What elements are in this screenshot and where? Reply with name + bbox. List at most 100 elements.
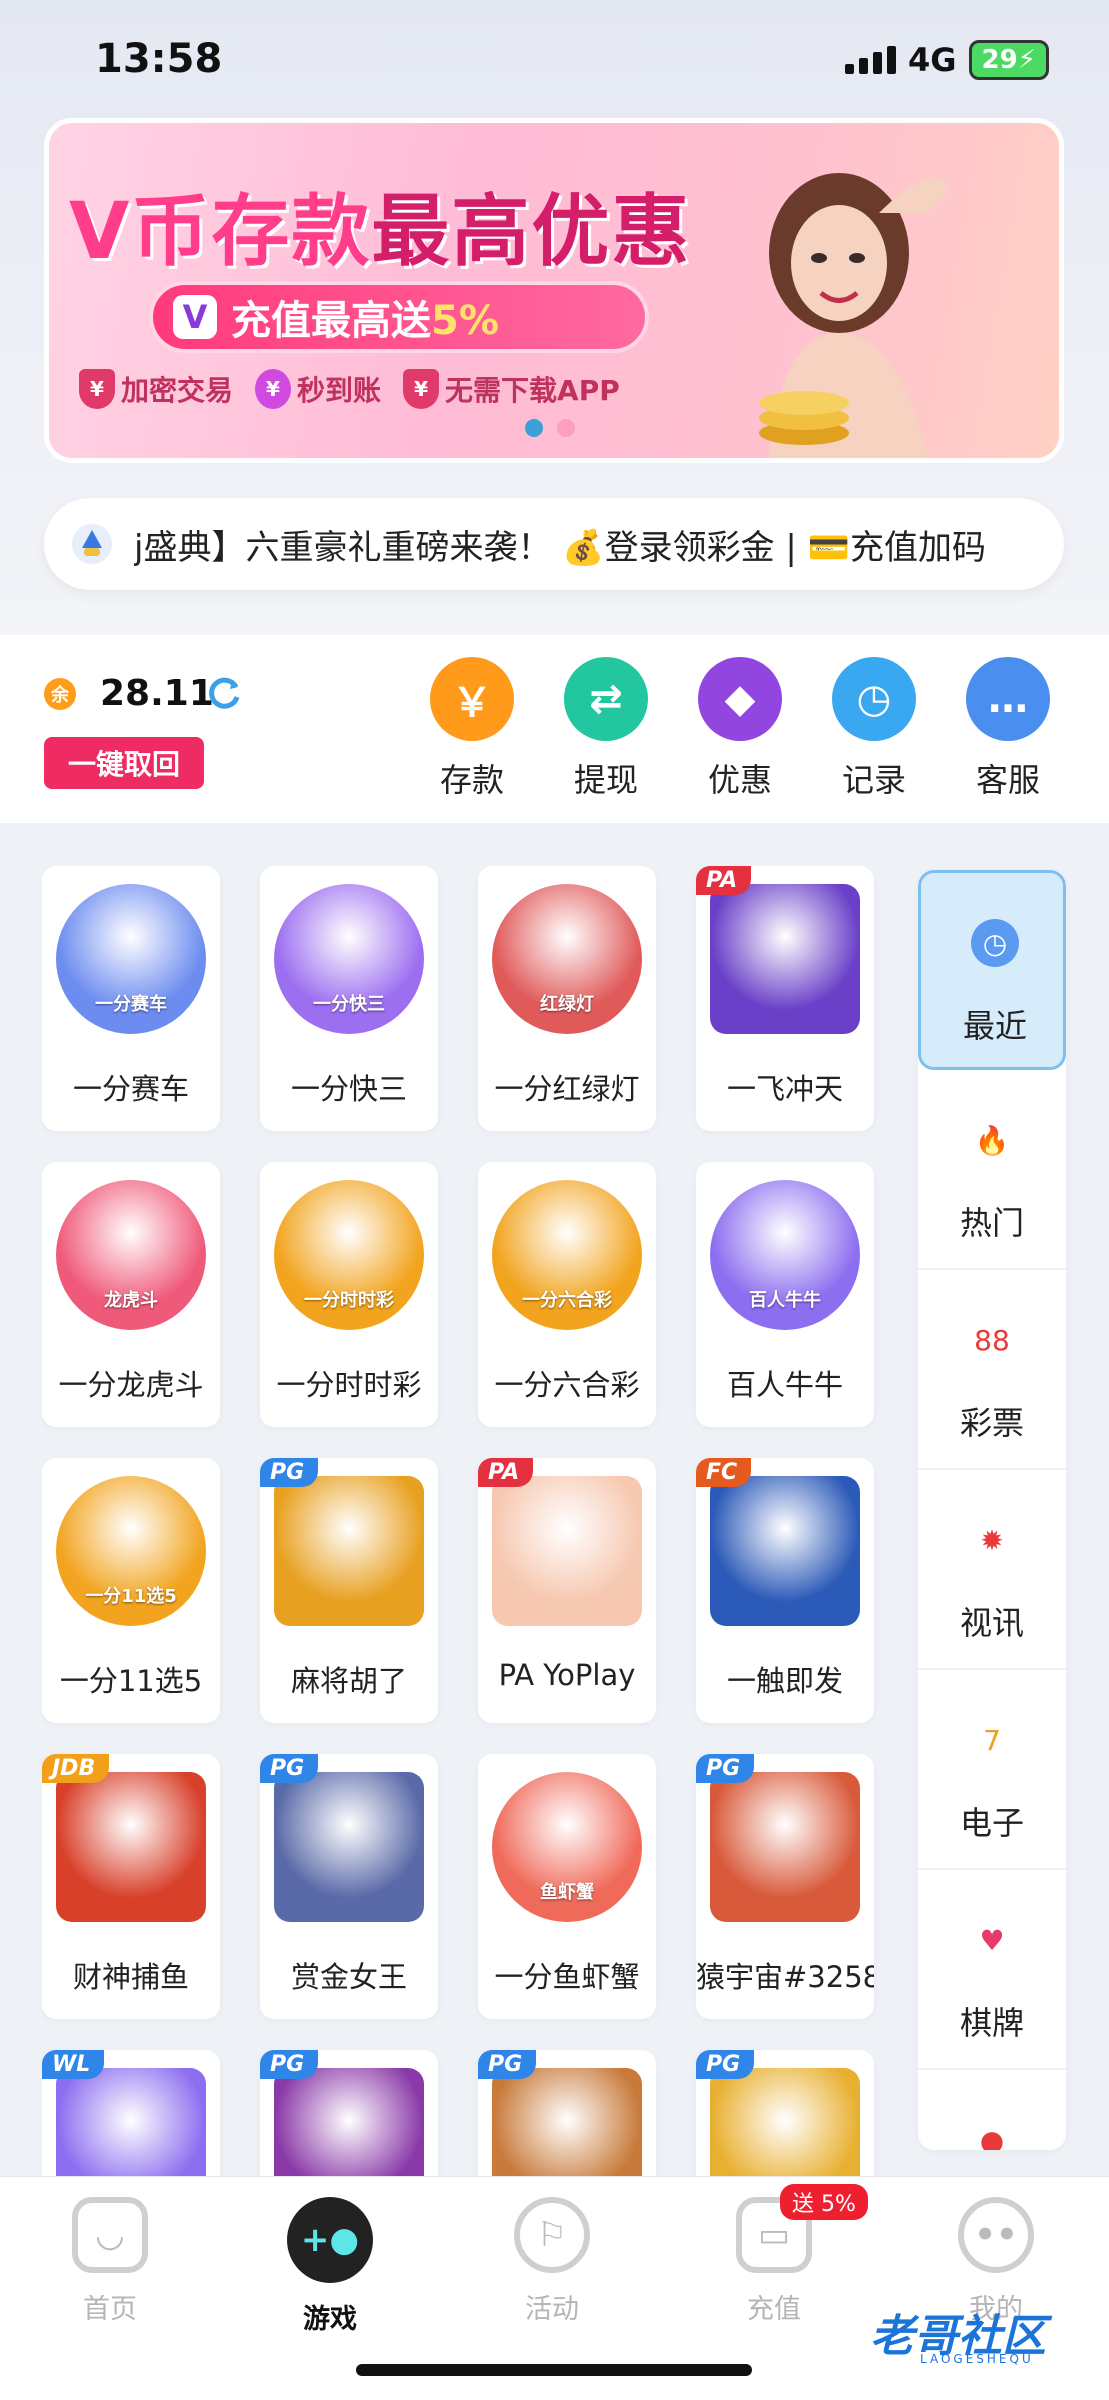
game-tile[interactable]: 一分快三 一分快三 [260,866,438,1131]
nav-label: 游戏 [303,2304,357,2335]
game-thumbnail: 百人牛牛 [710,1180,860,1330]
game-thumbnail: 鱼虾蟹 [492,1772,642,1922]
game-tile[interactable]: PG [696,2050,874,2176]
banner-title-a: V币存款 [69,187,372,277]
support-action[interactable]: … 客服 [966,657,1050,801]
game-tile[interactable]: 百人牛牛 百人牛牛 [696,1162,874,1427]
game-tile[interactable]: 一分赛车 一分赛车 [42,866,220,1131]
banner-feature: ¥ 加密交易 [79,369,233,409]
category-tab[interactable]: ● [918,2070,1066,2151]
game-name: 一触即发 [726,1664,843,1698]
game-tile[interactable]: FC 一触即发 [696,1458,874,1723]
game-tile[interactable]: 一分时时彩 一分时时彩 [260,1162,438,1427]
banner-pill: V 充值最高送5% [149,281,649,353]
game-name: 猿宇宙#3258 [696,1960,874,1994]
game-tile[interactable]: PG 麻将胡了 [260,1458,438,1723]
game-tile[interactable]: PG [260,2050,438,2176]
game-tile[interactable]: PA 一飞冲天 [696,866,874,1131]
game-tile[interactable]: 一分六合彩 一分六合彩 [478,1162,656,1427]
withdraw-action[interactable]: ⇄ 提现 [564,657,648,801]
category-sidebar: ◷ 最近 🔥 热门 88 彩票 ✹ 视讯 7 电子 ♥ 棋牌 ● [918,870,1066,2150]
game-tile[interactable]: PG [478,2050,656,2176]
game-thumbnail [710,1772,860,1922]
yen-shield-icon: ¥ [79,369,115,409]
watermark-sub: LAOGESHEQU [920,2352,1034,2366]
game-thumbnail-caption: 百人牛牛 [749,1290,821,1311]
game-tile[interactable]: PG 赏金女王 [260,1754,438,2019]
wallet-panel: 余 28.11 一键取回 ￥ 存款 ⇄ 提现 ◆ 优惠 ◷ 记录 … 客服 [0,635,1109,823]
action-label: 存款 [439,761,504,799]
signal-icon [845,46,897,74]
game-thumbnail: 一分快三 [274,884,424,1034]
tag-icon: ◆ [698,657,782,741]
game-name: 财神捕鱼 [72,1960,189,1994]
promo-banner[interactable]: V币存款最高优惠 V 充值最高送5% ¥ 加密交易 ¥ 秒到账 ¥ 无需下载APP [44,118,1064,463]
game-thumbnail [274,2068,424,2176]
feature-label: 秒到账 [297,374,382,407]
flag-icon: ⚐ [514,2197,590,2273]
nav-tab[interactable]: ◡ 首页 [50,2197,170,2326]
deposit-icon: ￥ [430,657,514,741]
records-action[interactable]: ◷ 记录 [832,657,916,801]
game-tile[interactable]: 龙虎斗 一分龙虎斗 [42,1162,220,1427]
nav-tab[interactable]: ⚐ 活动 [492,2197,612,2326]
game-name: PA YoPlay [498,1658,636,1692]
slot-seven-icon: 7 [983,1723,1001,1757]
promotions-action[interactable]: ◆ 优惠 [698,657,782,801]
game-thumbnail-caption: 红绿灯 [540,994,594,1015]
deposit-action[interactable]: ￥ 存款 [430,657,514,801]
status-bar: 13:58 4G 29⚡ [0,0,1109,120]
game-name: 麻将胡了 [290,1664,407,1698]
recharge-promo-badge: 送 5% [780,2184,868,2220]
yen-clock-icon: ¥ [255,369,292,409]
pill-text-pct: 5% [431,298,499,344]
category-tab[interactable]: ♥ 棋牌 [918,1870,1066,2070]
game-tile[interactable]: 鱼虾蟹 一分鱼虾蟹 [478,1754,656,2019]
home-indicator[interactable] [356,2364,752,2376]
wallet-actions: ￥ 存款 ⇄ 提现 ◆ 优惠 ◷ 记录 … 客服 [430,657,1050,801]
game-grid: 一分赛车 一分赛车 一分快三 一分快三 红绿灯 一分红绿灯 PA 一飞冲天 龙虎斗 一分龙虎斗 一分… [42,866,882,2176]
lottery-ball-icon: 88 [974,1323,1010,1357]
withdraw-all-button[interactable]: 一键取回 [44,737,204,789]
category-label: 电子 [959,1804,1024,1842]
category-tab[interactable]: ◷ 最近 [918,870,1066,1070]
category-label: 棋牌 [959,2004,1024,2042]
game-tile[interactable]: 一分11选5 一分11选5 [42,1458,220,1723]
game-thumbnail: 一分赛车 [56,884,206,1034]
banner-title: V币存款最高优惠 [69,169,691,281]
category-tab[interactable]: 7 电子 [918,1670,1066,1870]
pill-text-main: 充值最高送 [231,298,431,344]
nav-tab[interactable]: +● 游戏 [270,2197,390,2336]
pager-dot[interactable] [525,419,543,437]
category-label: 热门 [959,1204,1024,1242]
action-label: 优惠 [707,761,772,799]
balance-value: 28.11 [100,673,214,714]
category-tab[interactable]: 88 彩票 [918,1270,1066,1470]
game-tile[interactable]: 红绿灯 一分红绿灯 [478,866,656,1131]
provider-badge: PG [696,1754,755,1783]
refresh-icon[interactable] [204,673,244,713]
game-tile[interactable]: WL [42,2050,220,2176]
nav-label: 首页 [83,2294,137,2325]
game-thumbnail [56,1772,206,1922]
network-type: 4G [908,41,957,79]
category-label: 彩票 [959,1404,1024,1442]
clock-icon: ◷ [832,657,916,741]
game-thumbnail-caption: 鱼虾蟹 [540,1882,594,1903]
game-name: 一分六合彩 [494,1368,640,1402]
game-tile[interactable]: JDB 财神捕鱼 [42,1754,220,2019]
pager-dot[interactable] [557,419,575,437]
banner-features: ¥ 加密交易 ¥ 秒到账 ¥ 无需下载APP [79,369,620,409]
yen-shield-icon: ¥ [403,369,440,409]
announcement-marquee[interactable]: j盛典】六重豪礼重磅来袭！ 💰登录领彩金 | 💳充值加码 [44,498,1064,590]
game-tile[interactable]: PA PA YoPlay [478,1458,656,1723]
category-tab[interactable]: ✹ 视讯 [918,1470,1066,1670]
category-tab[interactable]: 🔥 热门 [918,1070,1066,1270]
battery-level: 29 [981,45,1018,75]
game-thumbnail-caption: 一分快三 [313,994,385,1015]
announcement-icon [72,524,112,564]
flame-icon: 🔥 [974,1123,1010,1157]
game-tile[interactable]: PG 猿宇宙#3258 [696,1754,874,2019]
banner-feature: ¥ 无需下载APP [403,369,620,409]
clock-icon: ◷ [971,919,1019,967]
